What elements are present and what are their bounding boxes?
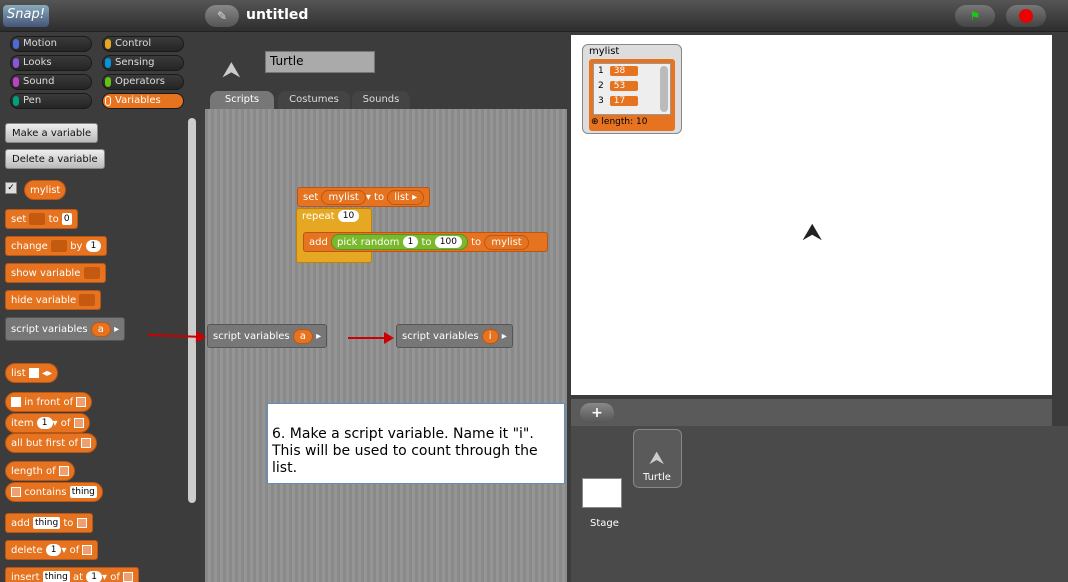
list-item: 2 53	[598, 81, 668, 91]
callout-line-2: This will be used to count through the l…	[272, 443, 538, 476]
length-of-reporter[interactable]: length of	[5, 461, 75, 481]
add-sprite-button[interactable]: +	[580, 403, 614, 423]
in-front-of-reporter[interactable]: in front of	[5, 392, 93, 412]
category-sound[interactable]: Sound	[10, 74, 92, 90]
list-item: 1 38	[598, 66, 668, 76]
tab-sounds[interactable]: Sounds	[352, 91, 410, 109]
sprite-name-field[interactable]: Turtle	[265, 51, 375, 73]
set-block[interactable]: set to 0	[5, 209, 78, 229]
turtle-icon: ⮝	[222, 58, 241, 83]
file-menu-button[interactable]: ✎	[205, 5, 239, 27]
category-variables[interactable]: Variables	[102, 93, 184, 109]
make-variable-button[interactable]: Make a variable	[5, 123, 99, 143]
delete-block[interactable]: delete 1 ▾ of	[5, 540, 99, 560]
hide-variable-block[interactable]: hide variable	[5, 290, 102, 310]
palette-scrollbar[interactable]	[188, 118, 196, 503]
green-flag-button[interactable]: ⚑	[955, 5, 995, 27]
show-variable-block[interactable]: show variable	[5, 263, 106, 283]
stop-icon	[1019, 9, 1033, 23]
tab-scripts[interactable]: Scripts	[210, 91, 274, 109]
script-variables-a-block[interactable]: script variables a ▸	[207, 324, 328, 348]
list-length: ⊕ length: 10	[591, 117, 648, 127]
change-block[interactable]: change by 1	[5, 236, 108, 256]
turtle-icon: ⮝	[649, 448, 665, 469]
mylist-reporter[interactable]: mylist	[24, 180, 67, 200]
list-view: 1 38 2 53 3 17 ⊕ length: 10	[589, 59, 675, 131]
red-arrow-2	[348, 332, 394, 344]
flag-icon: ⚑	[969, 9, 981, 23]
item-of-reporter[interactable]: item 1 ▾ of	[5, 413, 90, 433]
corral-bar	[571, 399, 1052, 426]
list-reporter[interactable]: list ◂▸	[5, 363, 59, 383]
mylist-checkbox[interactable]: ✓	[5, 182, 17, 194]
script-add-block[interactable]: add pick random 1 to 100 to mylist	[303, 232, 548, 252]
block-palette: Make a variable Delete a variable ✓ myli…	[0, 114, 200, 582]
instruction-callout: 6. Make a script variable. Name it "i". …	[267, 403, 565, 484]
insert-block[interactable]: insert thing at 1 ▾ of	[5, 567, 140, 582]
category-control[interactable]: Control	[102, 36, 184, 52]
snap-logo[interactable]: Snap!	[3, 5, 49, 27]
all-but-first-of-reporter[interactable]: all but first of	[5, 433, 98, 453]
project-title: untitled	[246, 7, 309, 23]
stage-thumbnail[interactable]	[582, 478, 622, 508]
top-bar	[0, 0, 1068, 32]
list-item: 3 17	[598, 96, 668, 106]
turtle-label: Turtle	[643, 472, 671, 483]
category-pen[interactable]: Pen	[10, 93, 92, 109]
tab-costumes[interactable]: Costumes	[278, 91, 350, 109]
delete-variable-button[interactable]: Delete a variable	[5, 149, 105, 169]
script-set-block[interactable]: set mylist ▾ to list ▸	[297, 187, 431, 207]
category-sensing[interactable]: Sensing	[102, 55, 184, 71]
contains-predicate[interactable]: contains thing	[5, 482, 103, 502]
repeat-label: repeat 10	[302, 210, 360, 222]
turtle-sprite-icon[interactable]: ⮝	[802, 218, 822, 246]
category-looks[interactable]: Looks	[10, 55, 92, 71]
watcher-label: mylist	[589, 46, 620, 57]
list-watcher[interactable]: mylist 1 38 2 53 3 17 ⊕ length: 10	[582, 44, 682, 134]
script-variables-i-block[interactable]: script variables i ▸	[396, 324, 513, 348]
stop-button[interactable]	[1006, 5, 1046, 27]
script-variables-block[interactable]: script variables a ▸	[5, 317, 126, 341]
callout-line-1: 6. Make a script variable. Name it "i".	[272, 426, 534, 442]
category-motion[interactable]: Motion	[10, 36, 92, 52]
stage-label: Stage	[590, 518, 619, 529]
add-block[interactable]: add thing to	[5, 513, 93, 533]
list-scrollbar[interactable]	[660, 66, 668, 112]
category-selector: Motion Control Looks Sensing Sound Opera…	[0, 32, 200, 114]
category-operators[interactable]: Operators	[102, 74, 184, 90]
